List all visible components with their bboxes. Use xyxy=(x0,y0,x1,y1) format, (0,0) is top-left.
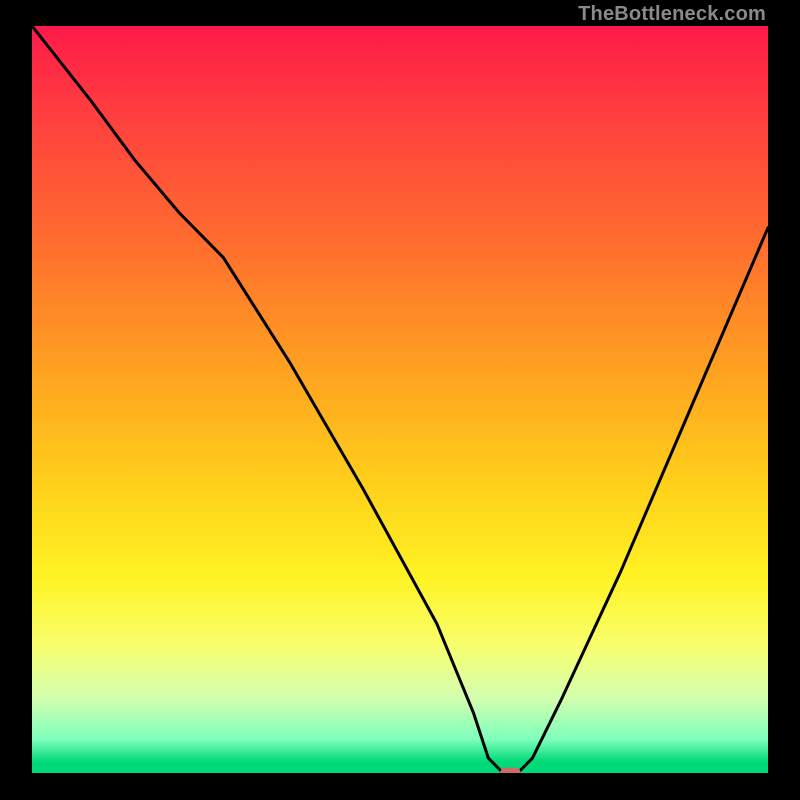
watermark-label: TheBottleneck.com xyxy=(578,3,766,26)
chart-area xyxy=(32,26,768,773)
gradient-rect xyxy=(32,26,768,773)
optimal-point-marker xyxy=(500,768,521,773)
outer-black-frame: TheBottleneck.com xyxy=(0,0,800,800)
chart-svg xyxy=(32,26,768,773)
